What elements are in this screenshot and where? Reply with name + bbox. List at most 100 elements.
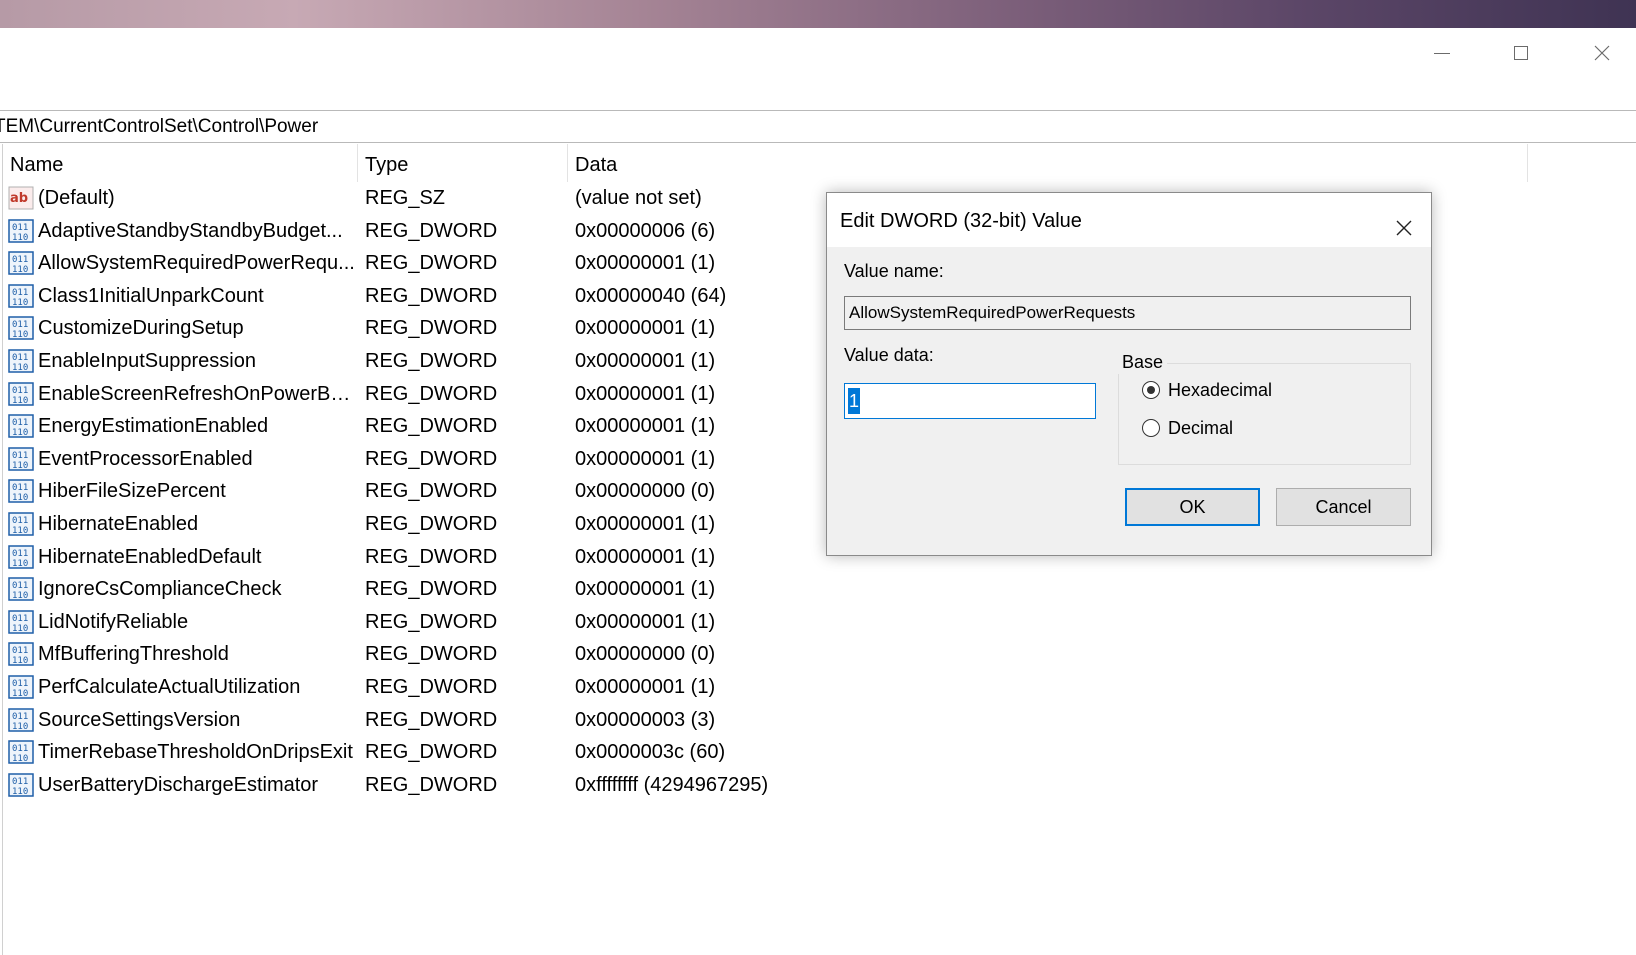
decimal-radio[interactable] xyxy=(1142,419,1160,437)
close-icon xyxy=(1594,45,1610,61)
ok-button[interactable]: OK xyxy=(1125,488,1260,526)
dialog-close-button[interactable] xyxy=(1391,207,1417,236)
value-type: REG_DWORD xyxy=(365,610,498,633)
maximize-button[interactable] xyxy=(1482,28,1560,78)
binary-value-icon: 011 110 xyxy=(8,316,34,340)
value-name: PerfCalculateActualUtilization xyxy=(38,676,301,698)
registry-value-row[interactable]: 011 110 HibernateEnabled REG_DWORD 0x0000000… xyxy=(0,508,900,541)
title-bar xyxy=(0,28,1636,108)
svg-text:110: 110 xyxy=(12,787,28,797)
value-data: 0x00000001 (1) xyxy=(575,513,716,535)
svg-text:110: 110 xyxy=(12,461,28,471)
value-name: MfBufferingThreshold xyxy=(38,643,229,666)
value-name: LidNotifyReliable xyxy=(38,610,189,633)
value-type: REG_DWORD xyxy=(365,513,498,535)
registry-value-row[interactable]: 011 110 HibernateEnabledDefault REG_DWORD 0x… xyxy=(0,541,900,574)
address-bar[interactable]: TEM\CurrentControlSet\Control\Power xyxy=(0,110,1636,143)
registry-value-row[interactable]: 011 110 HiberFileSizePercent REG_DWORD 0x000… xyxy=(0,475,900,508)
registry-value-row[interactable]: 011 110 AdaptiveStandbyStandbyBudget... REG… xyxy=(0,215,900,248)
minimize-icon xyxy=(1434,52,1450,54)
hexadecimal-label[interactable]: Hexadecimal xyxy=(1168,379,1272,401)
svg-text:110: 110 xyxy=(12,298,28,308)
cancel-button[interactable]: Cancel xyxy=(1276,488,1411,526)
binary-value-icon: 011 110 xyxy=(8,544,34,569)
svg-text:011: 011 xyxy=(12,614,28,624)
value-type: REG_DWORD xyxy=(365,676,498,698)
svg-text:110: 110 xyxy=(12,330,28,340)
registry-value-row[interactable]: 011 110 SourceSettingsVersion REG_DWORD 0x00… xyxy=(0,704,900,737)
svg-text:110: 110 xyxy=(12,722,28,732)
value-data: 0x00000001 (1) xyxy=(575,578,716,601)
value-name: CustomizeDuringSetup xyxy=(38,317,244,340)
binary-value-icon: 011 110 xyxy=(8,447,34,471)
svg-text:011: 011 xyxy=(12,581,28,591)
registry-value-row[interactable]: 011 110 PerfCalculateActualUtilization REG_… xyxy=(0,671,900,704)
value-name-label: Value name: xyxy=(844,261,944,281)
column-header-name[interactable]: Name xyxy=(3,144,358,182)
decimal-label[interactable]: Decimal xyxy=(1168,417,1233,439)
registry-value-row[interactable]: 011 110 UserBatteryDischargeEstimator REG_D… xyxy=(0,769,900,802)
registry-value-row[interactable]: 011 110 MfBufferingThreshold REG_DWORD 0x000… xyxy=(0,638,900,671)
desktop-background xyxy=(0,0,1636,28)
column-header-data[interactable]: Data xyxy=(568,144,1528,182)
window-close-button[interactable] xyxy=(1563,28,1636,78)
svg-text:ab: ab xyxy=(10,191,28,206)
column-header-type[interactable]: Type xyxy=(358,144,568,182)
value-name: EnableInputSuppression xyxy=(38,350,256,372)
value-name: UserBatteryDischargeEstimator xyxy=(38,773,319,796)
value-type: REG_DWORD xyxy=(365,643,498,666)
registry-value-row[interactable]: 011 110 EnableInputSuppression REG_DWORD 0x0… xyxy=(0,345,900,378)
svg-text:011: 011 xyxy=(12,744,28,754)
value-data: 0x0000003c (60) xyxy=(575,741,726,764)
registry-value-row[interactable]: ab (Default) REG_SZ (value not set) xyxy=(0,182,900,215)
value-name: HibernateEnabledDefault xyxy=(38,545,262,568)
registry-value-row[interactable]: 011 110 EnableScreenRefreshOnPowerBu... REG… xyxy=(0,378,900,411)
minimize-button[interactable] xyxy=(1403,28,1481,78)
binary-value-icon: 011 110 xyxy=(8,773,34,797)
value-type: REG_DWORD xyxy=(365,447,498,470)
dialog-title-bar: Edit DWORD (32-bit) Value xyxy=(827,193,1431,247)
edit-dword-dialog: Edit DWORD (32-bit) Value Value name: Al… xyxy=(826,192,1432,556)
hexadecimal-radio[interactable] xyxy=(1142,381,1160,399)
registry-value-row[interactable]: 011 110 AllowSystemRequiredPowerRequ... REG… xyxy=(0,247,900,280)
value-type: REG_DWORD xyxy=(365,317,498,340)
svg-text:110: 110 xyxy=(12,428,28,438)
value-data: 0x00000001 (1) xyxy=(575,545,716,568)
base-label: Base xyxy=(1118,350,1168,374)
value-type: REG_DWORD xyxy=(365,219,498,242)
value-type: REG_DWORD xyxy=(365,708,498,731)
svg-text:110: 110 xyxy=(12,363,28,373)
value-type: REG_DWORD xyxy=(365,382,498,405)
registry-value-row[interactable]: 011 110 EnergyEstimationEnabled REG_DWORD 0x… xyxy=(0,410,900,443)
registry-value-row[interactable]: 011 110 TimerRebaseThresholdOnDripsExit REG… xyxy=(0,736,900,769)
svg-text:011: 011 xyxy=(12,777,28,787)
value-name-field[interactable]: AllowSystemRequiredPowerRequests xyxy=(844,296,1411,330)
value-type: REG_DWORD xyxy=(365,741,498,764)
svg-text:011: 011 xyxy=(12,223,28,233)
svg-text:110: 110 xyxy=(12,754,28,764)
binary-value-icon: 011 110 xyxy=(8,479,34,503)
registry-value-row[interactable]: 011 110 EventProcessorEnabled REG_DWORD 0x00… xyxy=(0,443,900,476)
value-data: 0x00000040 (64) xyxy=(575,284,727,307)
registry-value-row[interactable]: 011 110 CustomizeDuringSetup REG_DWORD 0x000… xyxy=(0,312,900,345)
svg-text:110: 110 xyxy=(12,656,28,666)
registry-value-row[interactable]: 011 110 IgnoreCsComplianceCheck REG_DWORD 0x… xyxy=(0,573,900,606)
svg-text:011: 011 xyxy=(12,353,28,363)
svg-text:110: 110 xyxy=(12,396,28,406)
value-data: 0x00000001 (1) xyxy=(575,415,716,438)
value-name: AdaptiveStandbyStandbyBudget... xyxy=(38,219,343,242)
value-data-input[interactable]: 1 xyxy=(844,383,1096,419)
value-type: REG_DWORD xyxy=(365,252,498,275)
registry-value-row[interactable]: 011 110 LidNotifyReliable REG_DWORD 0x000000… xyxy=(0,606,900,639)
registry-value-row[interactable]: 011 110 Class1InitialUnparkCount REG_DWORD 0… xyxy=(0,280,900,313)
svg-text:011: 011 xyxy=(12,386,28,396)
svg-text:110: 110 xyxy=(12,493,28,503)
value-data: 0x00000000 (0) xyxy=(575,643,716,666)
svg-text:011: 011 xyxy=(12,646,28,656)
svg-text:011: 011 xyxy=(12,712,28,722)
value-data: 0x00000001 (1) xyxy=(575,350,716,372)
value-type: REG_DWORD xyxy=(365,578,498,601)
value-data: 0x00000001 (1) xyxy=(575,447,716,470)
value-name: Class1InitialUnparkCount xyxy=(38,284,264,307)
value-type: REG_DWORD xyxy=(365,415,498,438)
